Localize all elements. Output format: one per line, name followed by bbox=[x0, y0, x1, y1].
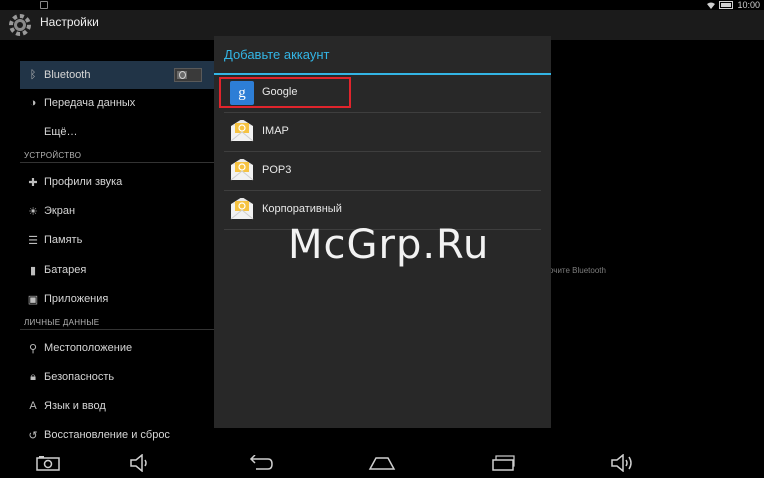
app-title: Настройки bbox=[40, 15, 99, 29]
camera-icon bbox=[36, 456, 60, 471]
sidebar-item-label: Ещё… bbox=[44, 126, 78, 138]
recent-apps-button[interactable] bbox=[486, 452, 522, 474]
email-envelope-icon bbox=[230, 198, 254, 220]
dialog-title: Добавьте аккаунт bbox=[224, 47, 330, 62]
sidebar-item-backup-reset[interactable]: ↺ Восстановление и сброс bbox=[20, 421, 214, 449]
sidebar-item-storage[interactable]: ☰ Память bbox=[20, 226, 214, 254]
battery-icon: ▮ bbox=[29, 264, 37, 277]
settings-gear-icon[interactable] bbox=[6, 11, 34, 39]
restore-icon: ↺ bbox=[28, 429, 38, 442]
location-icon: ⚲ bbox=[28, 342, 38, 355]
bluetooth-toggle[interactable] bbox=[174, 68, 202, 82]
back-icon bbox=[249, 455, 273, 470]
sidebar-item-apps[interactable]: ▣ Приложения bbox=[20, 285, 214, 313]
display-icon: ☀ bbox=[28, 205, 38, 218]
toggle-off-glyph bbox=[179, 71, 186, 79]
account-option-imap[interactable]: IMAP bbox=[224, 113, 541, 151]
wifi-icon bbox=[707, 2, 716, 9]
volume-down-icon bbox=[130, 454, 147, 472]
section-header-personal: ЛИЧНЫЕ ДАННЫЕ bbox=[24, 318, 100, 327]
sidebar-item-security[interactable]: 🔒︎ Безопасность bbox=[20, 363, 214, 391]
sidebar-item-sound-profiles[interactable]: ✚ Профили звука bbox=[20, 168, 214, 196]
language-icon: A bbox=[29, 400, 37, 412]
navigation-bar bbox=[0, 450, 764, 478]
status-bar: 10:00 bbox=[0, 0, 764, 10]
account-option-label: IMAP bbox=[262, 125, 289, 137]
sidebar-item-label: Местоположение bbox=[44, 342, 133, 354]
notification-icon bbox=[40, 1, 48, 9]
sidebar-item-label: Восстановление и сброс bbox=[44, 429, 170, 441]
account-option-pop3[interactable]: POP3 bbox=[224, 152, 541, 190]
sound-profile-icon: ✚ bbox=[28, 176, 38, 189]
account-option-label: Корпоративный bbox=[262, 203, 342, 215]
watermark: McGrp.Ru bbox=[288, 222, 490, 268]
settings-sidebar: ᛒ Bluetooth ◑ Передача данных Ещё… УСТРО… bbox=[0, 40, 214, 450]
bluetooth-icon: ᛒ bbox=[29, 69, 37, 81]
sidebar-item-label: Передача данных bbox=[44, 97, 136, 109]
sidebar-item-label: Приложения bbox=[44, 293, 109, 305]
status-right: 10:00 bbox=[707, 0, 760, 10]
sidebar-item-label: Профили звука bbox=[44, 176, 123, 188]
home-button[interactable] bbox=[364, 452, 400, 474]
sidebar-item-location[interactable]: ⚲ Местоположение bbox=[20, 334, 214, 362]
sidebar-item-label: Язык и ввод bbox=[44, 400, 106, 412]
account-option-label: POP3 bbox=[262, 164, 292, 176]
volume-up-button[interactable] bbox=[604, 452, 640, 474]
sidebar-item-more[interactable]: Ещё… bbox=[20, 118, 214, 146]
sidebar-item-label: Безопасность bbox=[44, 371, 115, 383]
section-header-device: УСТРОЙСТВО bbox=[24, 151, 82, 160]
email-envelope-icon bbox=[230, 159, 254, 181]
volume-up-icon bbox=[611, 454, 632, 472]
sidebar-item-battery[interactable]: ▮ Батарея bbox=[20, 256, 214, 284]
data-usage-icon: ◑ bbox=[29, 97, 37, 109]
sidebar-item-display[interactable]: ☀ Экран bbox=[20, 197, 214, 225]
sidebar-item-label: Экран bbox=[44, 205, 76, 217]
highlight-box bbox=[219, 77, 351, 108]
camera-button[interactable] bbox=[30, 452, 66, 474]
lock-icon: 🔒︎ bbox=[30, 370, 36, 383]
email-envelope-icon bbox=[230, 120, 254, 142]
section-divider bbox=[20, 329, 214, 330]
battery-status-icon bbox=[719, 1, 734, 9]
home-icon bbox=[368, 457, 396, 470]
sidebar-item-label: Батарея bbox=[44, 264, 87, 276]
apps-icon: ▣ bbox=[27, 293, 39, 306]
clock: 10:00 bbox=[737, 0, 760, 10]
bluetooth-hint-text: очите Bluetooth bbox=[549, 266, 606, 275]
sidebar-item-language[interactable]: A Язык и ввод bbox=[20, 392, 214, 420]
sidebar-item-label: Bluetooth bbox=[44, 69, 91, 81]
sidebar-item-label: Память bbox=[44, 234, 83, 246]
storage-icon: ☰ bbox=[28, 234, 38, 247]
recent-apps-icon bbox=[492, 455, 515, 471]
sidebar-item-data-usage[interactable]: ◑ Передача данных bbox=[20, 89, 214, 117]
sidebar-item-bluetooth[interactable]: ᛒ Bluetooth bbox=[20, 61, 214, 89]
back-button[interactable] bbox=[242, 452, 278, 474]
section-divider bbox=[20, 162, 214, 163]
volume-down-button[interactable] bbox=[122, 452, 158, 474]
